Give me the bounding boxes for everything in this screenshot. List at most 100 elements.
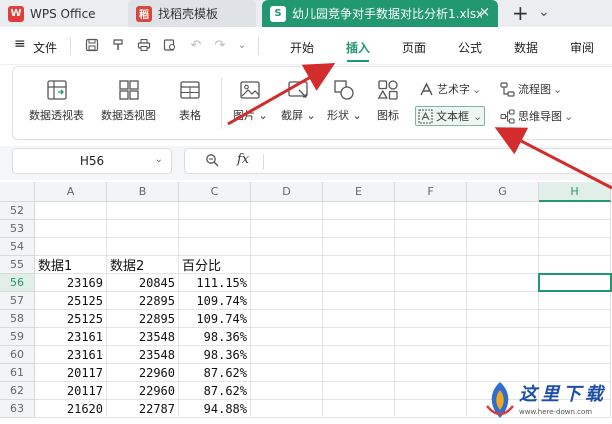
- table-button[interactable]: 表格: [179, 79, 201, 123]
- save-icon[interactable]: [84, 37, 100, 53]
- cell-e60[interactable]: [323, 346, 395, 364]
- cell-e53[interactable]: [323, 220, 395, 238]
- column-header-b[interactable]: B: [107, 182, 179, 202]
- new-tab-icon[interactable]: +: [512, 1, 529, 25]
- cell-h53[interactable]: [539, 220, 611, 238]
- row-header-56[interactable]: 56: [0, 274, 35, 292]
- cell-b55[interactable]: 数据2: [107, 256, 179, 274]
- cell-f53[interactable]: [395, 220, 467, 238]
- cell-c52[interactable]: [179, 202, 251, 220]
- cell-g60[interactable]: [467, 346, 539, 364]
- cell-d57[interactable]: [251, 292, 323, 310]
- cell-d60[interactable]: [251, 346, 323, 364]
- pivot-chart-button[interactable]: 数据透视图: [101, 79, 156, 123]
- cell-e61[interactable]: [323, 364, 395, 382]
- cell-e55[interactable]: [323, 256, 395, 274]
- select-all-corner[interactable]: [0, 182, 35, 202]
- cell-a58[interactable]: 25125: [35, 310, 107, 328]
- formula-input[interactable]: fx: [184, 148, 612, 174]
- cell-a61[interactable]: 20117: [35, 364, 107, 382]
- cell-g57[interactable]: [467, 292, 539, 310]
- print-icon[interactable]: [136, 37, 152, 53]
- cell-f62[interactable]: [395, 382, 467, 400]
- cell-f60[interactable]: [395, 346, 467, 364]
- column-header-h[interactable]: H: [539, 182, 611, 202]
- cell-c57[interactable]: 109.74%: [179, 292, 251, 310]
- cell-a53[interactable]: [35, 220, 107, 238]
- pivot-table-button[interactable]: 数据透视表: [29, 79, 84, 123]
- cell-f55[interactable]: [395, 256, 467, 274]
- cell-b56[interactable]: 20845: [107, 274, 179, 292]
- undo-icon[interactable]: ↶: [188, 37, 204, 53]
- cell-g59[interactable]: [467, 328, 539, 346]
- cell-h59[interactable]: [539, 328, 611, 346]
- cell-h55[interactable]: [539, 256, 611, 274]
- hamburger-icon[interactable]: ≡: [14, 36, 26, 52]
- row-header-59[interactable]: 59: [0, 328, 35, 346]
- menu-insert[interactable]: 插入: [346, 39, 370, 56]
- tab-list-chevron-icon[interactable]: ⌄: [538, 4, 550, 20]
- menu-data[interactable]: 数据: [514, 39, 538, 56]
- cell-b57[interactable]: 22895: [107, 292, 179, 310]
- cell-c58[interactable]: 109.74%: [179, 310, 251, 328]
- quick-access-dropdown-icon[interactable]: ⌄: [234, 37, 250, 53]
- cell-f56[interactable]: [395, 274, 467, 292]
- cell-f59[interactable]: [395, 328, 467, 346]
- cell-e63[interactable]: [323, 400, 395, 418]
- menu-formula[interactable]: 公式: [458, 39, 482, 56]
- menu-review[interactable]: 审阅: [570, 39, 594, 56]
- row-header-57[interactable]: 57: [0, 292, 35, 310]
- row-header-62[interactable]: 62: [0, 382, 35, 400]
- cell-b60[interactable]: 23548: [107, 346, 179, 364]
- cell-f61[interactable]: [395, 364, 467, 382]
- row-header-53[interactable]: 53: [0, 220, 35, 238]
- cell-c55[interactable]: 百分比: [179, 256, 251, 274]
- cell-a60[interactable]: 23161: [35, 346, 107, 364]
- cell-h56[interactable]: [539, 274, 611, 292]
- cell-e62[interactable]: [323, 382, 395, 400]
- cell-b52[interactable]: [107, 202, 179, 220]
- cell-d53[interactable]: [251, 220, 323, 238]
- mindmap-button[interactable]: 思维导图 ⌄: [500, 108, 573, 124]
- cell-a59[interactable]: 23161: [35, 328, 107, 346]
- cell-h57[interactable]: [539, 292, 611, 310]
- tab-wps-office[interactable]: W WPS Office: [0, 0, 124, 27]
- cell-b58[interactable]: 22895: [107, 310, 179, 328]
- cell-h52[interactable]: [539, 202, 611, 220]
- column-header-g[interactable]: G: [467, 182, 539, 202]
- tab-active-file[interactable]: S 幼儿园竞争对手数据对比分析1.xlsx ×: [262, 0, 498, 27]
- cell-e57[interactable]: [323, 292, 395, 310]
- icons-button[interactable]: 图标: [377, 79, 399, 123]
- column-header-a[interactable]: A: [35, 182, 107, 202]
- column-header-e[interactable]: E: [323, 182, 395, 202]
- cell-e56[interactable]: [323, 274, 395, 292]
- cell-c60[interactable]: 98.36%: [179, 346, 251, 364]
- cell-b59[interactable]: 23548: [107, 328, 179, 346]
- cell-d63[interactable]: [251, 400, 323, 418]
- wordart-button[interactable]: 艺术字 ⌄: [419, 81, 481, 97]
- print-preview-icon[interactable]: [162, 37, 178, 53]
- file-menu[interactable]: 文件: [33, 39, 57, 56]
- row-header-60[interactable]: 60: [0, 346, 35, 364]
- cell-g55[interactable]: [467, 256, 539, 274]
- format-painter-icon[interactable]: [110, 37, 126, 53]
- row-header-63[interactable]: 63: [0, 400, 35, 418]
- column-header-c[interactable]: C: [179, 182, 251, 202]
- cell-g52[interactable]: [467, 202, 539, 220]
- cell-e52[interactable]: [323, 202, 395, 220]
- cell-f63[interactable]: [395, 400, 467, 418]
- menu-page[interactable]: 页面: [402, 39, 426, 56]
- cell-f52[interactable]: [395, 202, 467, 220]
- cell-a57[interactable]: 25125: [35, 292, 107, 310]
- cell-a52[interactable]: [35, 202, 107, 220]
- row-header-54[interactable]: 54: [0, 238, 35, 256]
- cell-b61[interactable]: 22960: [107, 364, 179, 382]
- redo-icon[interactable]: ↷: [212, 37, 228, 53]
- cell-d56[interactable]: [251, 274, 323, 292]
- cell-c61[interactable]: 87.62%: [179, 364, 251, 382]
- cell-e59[interactable]: [323, 328, 395, 346]
- shapes-button[interactable]: 形状 ⌄: [327, 79, 362, 123]
- cell-a54[interactable]: [35, 238, 107, 256]
- cell-g56[interactable]: [467, 274, 539, 292]
- tab-find-template[interactable]: 稻 找稻壳模板: [128, 0, 256, 27]
